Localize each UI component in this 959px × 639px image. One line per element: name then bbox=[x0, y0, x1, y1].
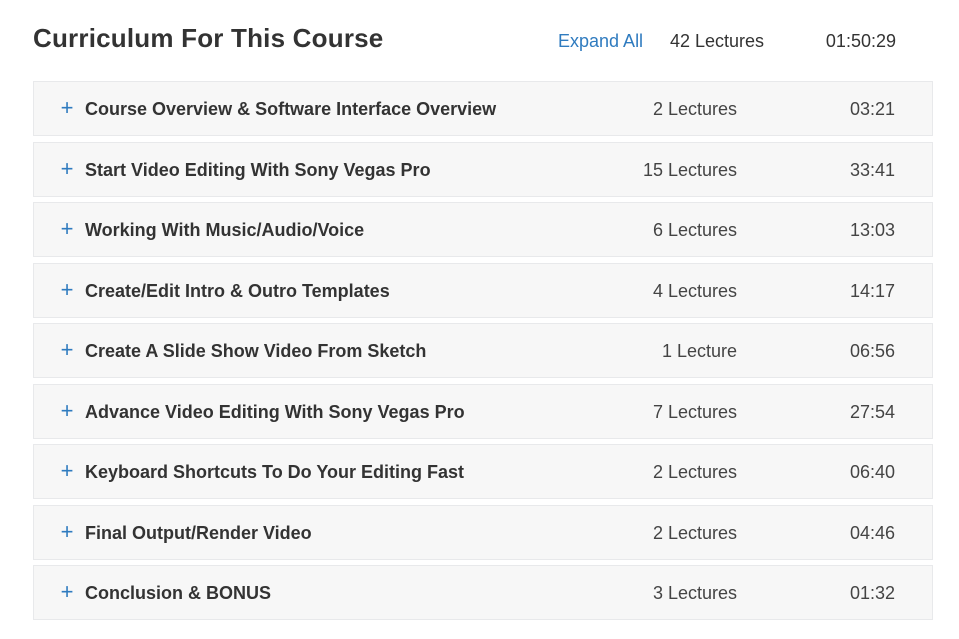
plus-icon[interactable]: + bbox=[58, 398, 76, 424]
curriculum-section-6[interactable]: + Keyboard Shortcuts To Do Your Editing … bbox=[33, 444, 933, 499]
section-lecture-count: 2 Lectures bbox=[652, 522, 737, 543]
section-duration: 06:40 bbox=[849, 462, 895, 482]
section-title: Final Output/Render Video bbox=[85, 522, 312, 543]
section-title: Course Overview & Software Interface Ove… bbox=[85, 99, 497, 119]
section-duration: 27:54 bbox=[849, 401, 895, 422]
section-title: Create/Edit Intro & Outro Templates bbox=[85, 280, 390, 301]
section-title: Working With Music/Audio/Voice bbox=[85, 220, 365, 240]
curriculum-section-1[interactable]: + Start Video Editing With Sony Vegas Pr… bbox=[33, 141, 933, 197]
plus-icon[interactable]: + bbox=[58, 277, 76, 303]
curriculum-section-5[interactable]: + Advance Video Editing With Sony Vegas … bbox=[33, 383, 933, 439]
section-title: Advance Video Editing With Sony Vegas Pr… bbox=[85, 401, 465, 422]
section-title: Conclusion & BONUS bbox=[85, 583, 272, 603]
curriculum-section-4[interactable]: + Create A Slide Show Video From Sketch … bbox=[33, 323, 933, 378]
section-duration: 13:03 bbox=[849, 220, 895, 240]
section-lecture-count: 7 Lectures bbox=[652, 401, 737, 422]
plus-icon[interactable]: + bbox=[58, 156, 76, 182]
curriculum-section-list: + Course Overview & Software Interface O… bbox=[33, 81, 933, 626]
page-title: Curriculum For This Course bbox=[33, 23, 384, 53]
section-title: Keyboard Shortcuts To Do Your Editing Fa… bbox=[85, 462, 465, 482]
plus-icon[interactable]: + bbox=[58, 337, 76, 363]
section-duration: 01:32 bbox=[849, 583, 895, 603]
section-title: Start Video Editing With Sony Vegas Pro bbox=[85, 159, 431, 180]
curriculum-section-8[interactable]: + Conclusion & BONUS 3 Lectures 01:32 bbox=[33, 565, 933, 620]
section-duration: 06:56 bbox=[849, 341, 895, 361]
section-duration: 33:41 bbox=[849, 159, 895, 180]
section-lecture-count: 2 Lectures bbox=[652, 462, 737, 482]
plus-icon[interactable]: + bbox=[58, 95, 76, 121]
curriculum-section-7[interactable]: + Final Output/Render Video 2 Lectures 0… bbox=[33, 504, 933, 560]
plus-icon[interactable]: + bbox=[58, 519, 76, 545]
section-lecture-count: 15 Lectures bbox=[642, 159, 737, 180]
plus-icon[interactable]: + bbox=[58, 216, 76, 242]
curriculum-section-2[interactable]: + Working With Music/Audio/Voice 6 Lectu… bbox=[33, 202, 933, 257]
section-lecture-count: 6 Lectures bbox=[652, 220, 737, 240]
plus-icon[interactable]: + bbox=[58, 458, 76, 484]
total-lectures-count: 42 Lectures bbox=[670, 31, 765, 51]
curriculum-header: Curriculum For This Course Expand All 42… bbox=[33, 20, 933, 60]
expand-all-link[interactable]: Expand All bbox=[558, 31, 643, 52]
section-title: Create A Slide Show Video From Sketch bbox=[85, 341, 427, 361]
section-duration: 03:21 bbox=[849, 99, 895, 119]
section-lecture-count: 3 Lectures bbox=[652, 583, 737, 603]
section-duration: 04:46 bbox=[849, 522, 895, 543]
section-lecture-count: 1 Lecture bbox=[661, 341, 737, 361]
plus-icon[interactable]: + bbox=[58, 579, 76, 605]
section-lecture-count: 4 Lectures bbox=[652, 280, 737, 301]
curriculum-section-3[interactable]: + Create/Edit Intro & Outro Templates 4 … bbox=[33, 262, 933, 318]
curriculum-section-0[interactable]: + Course Overview & Software Interface O… bbox=[33, 81, 933, 136]
total-duration: 01:50:29 bbox=[825, 31, 896, 51]
section-duration: 14:17 bbox=[849, 280, 895, 301]
section-lecture-count: 2 Lectures bbox=[652, 99, 737, 119]
